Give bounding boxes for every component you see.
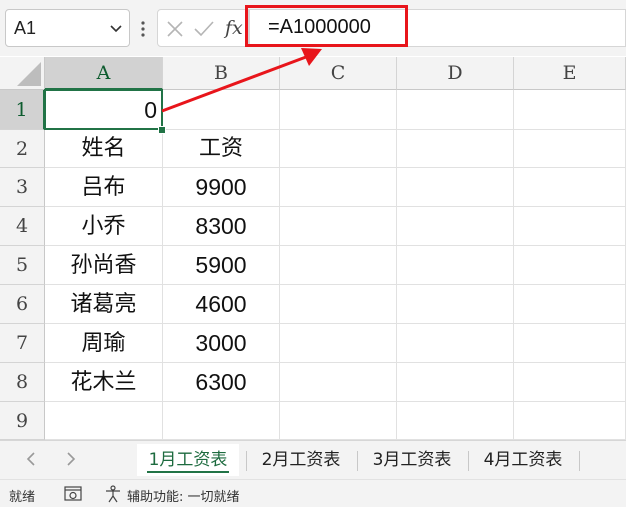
sheet-tab-2[interactable]: 2月工资表	[249, 444, 353, 476]
cell-a3[interactable]: 吕布	[45, 168, 163, 207]
cell-b6[interactable]: 4600	[163, 285, 280, 324]
worksheet-grid: A B C D E 1 0 2 姓名 工资 3 吕布 9900 4 小乔 8300 5 孙尚香 5900 6 诸葛亮 46…	[0, 57, 626, 440]
cell-a8[interactable]: 花木兰	[45, 363, 163, 402]
sheet-tab-label: 2月工资表	[261, 450, 341, 470]
accessibility-status-text[interactable]: 辅助功能: 一切就绪	[127, 486, 240, 505]
cell-d1[interactable]	[397, 90, 514, 130]
cell-e4[interactable]	[514, 207, 626, 246]
row-header-8[interactable]: 8	[0, 363, 45, 402]
column-header-c[interactable]: C	[280, 57, 397, 90]
row-header-3[interactable]: 3	[0, 168, 45, 207]
cell-d5[interactable]	[397, 246, 514, 285]
fill-handle[interactable]	[158, 126, 166, 134]
cancel-icon[interactable]	[166, 20, 184, 38]
sheet-tab-label: 1月工资表	[148, 450, 228, 470]
cell-c1[interactable]	[280, 90, 397, 130]
chevron-left-icon[interactable]	[22, 449, 42, 469]
cell-b9[interactable]	[163, 402, 280, 440]
cell-e7[interactable]	[514, 324, 626, 363]
tab-divider	[357, 451, 358, 471]
cell-b2[interactable]: 工资	[163, 130, 280, 168]
tab-divider	[246, 451, 247, 471]
cell-e2[interactable]	[514, 130, 626, 168]
cell-c9[interactable]	[280, 402, 397, 440]
cell-d4[interactable]	[397, 207, 514, 246]
sheet-tab-label: 4月工资表	[483, 450, 563, 470]
cell-e3[interactable]	[514, 168, 626, 207]
formula-buttons: fx	[157, 9, 249, 47]
cell-d3[interactable]	[397, 168, 514, 207]
cell-e6[interactable]	[514, 285, 626, 324]
sheet-tab-bar: 1月工资表 2月工资表 3月工资表 4月工资表	[0, 440, 626, 479]
cell-c6[interactable]	[280, 285, 397, 324]
sheet-tab-label: 3月工资表	[372, 450, 452, 470]
select-all-corner[interactable]	[0, 57, 45, 90]
insert-function-button[interactable]: fx	[225, 17, 243, 39]
row-header-4[interactable]: 4	[0, 207, 45, 246]
cell-e9[interactable]	[514, 402, 626, 440]
status-bar: 就绪 辅助功能: 一切就绪	[0, 479, 626, 507]
cell-d6[interactable]	[397, 285, 514, 324]
row-header-6[interactable]: 6	[0, 285, 45, 324]
status-ready-text: 就绪	[9, 490, 36, 505]
select-all-triangle-icon	[17, 62, 41, 86]
name-box-value: A1	[14, 18, 37, 38]
row-header-5[interactable]: 5	[0, 246, 45, 285]
cell-b7[interactable]: 3000	[163, 324, 280, 363]
cell-d2[interactable]	[397, 130, 514, 168]
column-header-e[interactable]: E	[514, 57, 626, 90]
row-header-2[interactable]: 2	[0, 130, 45, 168]
sheet-tab-1[interactable]: 1月工资表	[137, 444, 239, 476]
cell-b3[interactable]: 9900	[163, 168, 280, 207]
chevron-down-icon[interactable]	[109, 21, 123, 35]
cell-a6[interactable]: 诸葛亮	[45, 285, 163, 324]
row-header-1[interactable]: 1	[0, 90, 45, 130]
chevron-right-icon[interactable]	[60, 449, 80, 469]
formula-text: =A1000000	[268, 16, 371, 38]
cell-c4[interactable]	[280, 207, 397, 246]
cell-b8[interactable]: 6300	[163, 363, 280, 402]
tab-divider	[468, 451, 469, 471]
column-header-d[interactable]: D	[397, 57, 514, 90]
formula-input[interactable]: =A1000000	[249, 9, 626, 47]
cell-d7[interactable]	[397, 324, 514, 363]
more-options-icon[interactable]	[141, 19, 145, 39]
tab-divider	[579, 451, 580, 471]
accessibility-icon[interactable]	[104, 485, 122, 503]
name-box[interactable]: A1	[5, 9, 130, 47]
formula-bar-area: A1 fx =A1000000	[0, 0, 626, 56]
enter-check-icon[interactable]	[194, 20, 214, 38]
column-header-b[interactable]: B	[163, 57, 280, 90]
cell-e8[interactable]	[514, 363, 626, 402]
macro-record-icon[interactable]	[64, 486, 82, 502]
cell-c8[interactable]	[280, 363, 397, 402]
sheet-tab-4[interactable]: 4月工资表	[471, 444, 575, 476]
row-header-7[interactable]: 7	[0, 324, 45, 363]
cell-c3[interactable]	[280, 168, 397, 207]
cell-a9[interactable]	[45, 402, 163, 440]
cell-d9[interactable]	[397, 402, 514, 440]
cell-b5[interactable]: 5900	[163, 246, 280, 285]
cell-a7[interactable]: 周瑜	[45, 324, 163, 363]
cell-d8[interactable]	[397, 363, 514, 402]
cell-c2[interactable]	[280, 130, 397, 168]
cell-e5[interactable]	[514, 246, 626, 285]
cell-b1[interactable]	[163, 90, 280, 130]
cell-a2[interactable]: 姓名	[45, 130, 163, 168]
cell-a1[interactable]: 0	[45, 90, 163, 130]
cell-a5[interactable]: 孙尚香	[45, 246, 163, 285]
cell-b4[interactable]: 8300	[163, 207, 280, 246]
sheet-tab-3[interactable]: 3月工资表	[360, 444, 464, 476]
column-header-a[interactable]: A	[45, 57, 163, 90]
active-tab-indicator	[147, 471, 229, 473]
cell-c5[interactable]	[280, 246, 397, 285]
cell-a4[interactable]: 小乔	[45, 207, 163, 246]
cell-c7[interactable]	[280, 324, 397, 363]
row-header-9[interactable]: 9	[0, 402, 45, 440]
cell-e1[interactable]	[514, 90, 626, 130]
